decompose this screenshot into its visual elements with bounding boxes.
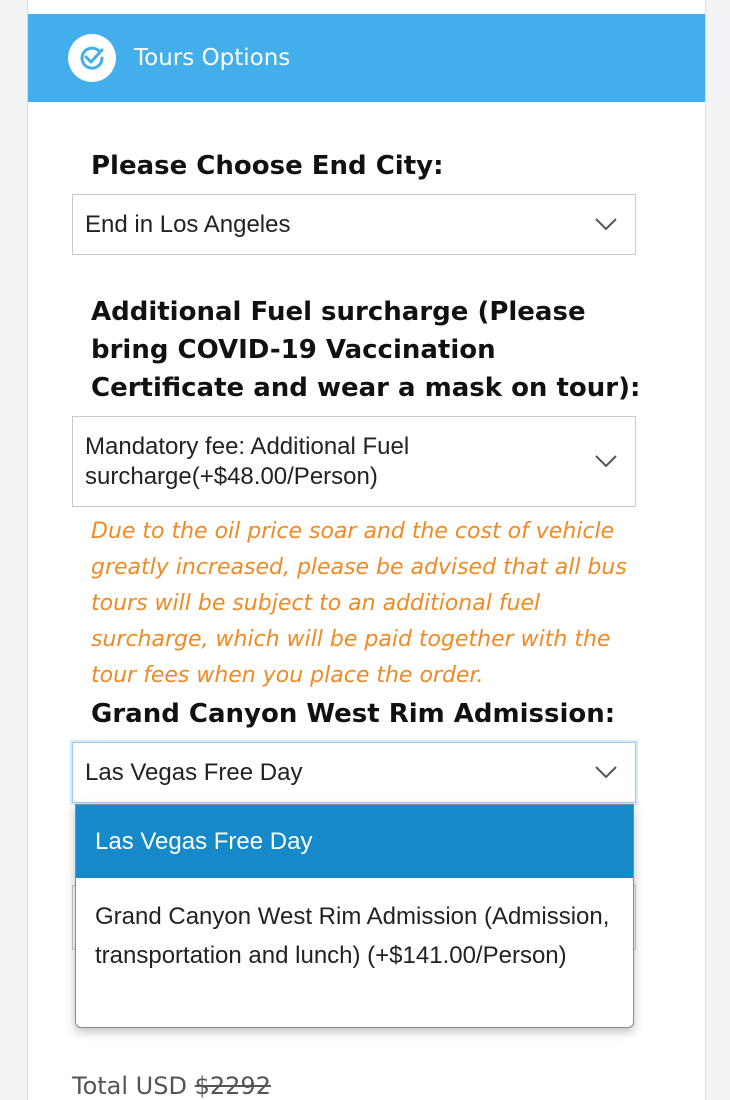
end-city-value: End in Los Angeles bbox=[85, 210, 291, 238]
dropdown-option-free-day[interactable]: Las Vegas Free Day bbox=[76, 805, 633, 878]
chevron-down-icon bbox=[595, 217, 617, 230]
total-label: Total USD bbox=[72, 1072, 187, 1100]
check-icon bbox=[80, 46, 104, 70]
fuel-surcharge-label: Additional Fuel surcharge (Please bring … bbox=[91, 297, 641, 403]
tours-options-header: Tours Options bbox=[28, 14, 705, 102]
chevron-down-icon bbox=[595, 765, 617, 778]
fuel-surcharge-notice: Due to the oil price soar and the cost o… bbox=[91, 519, 627, 688]
chevron-down-icon bbox=[595, 454, 617, 467]
original-price: $2292 bbox=[194, 1072, 271, 1100]
dropdown-option-west-rim-admission[interactable]: Grand Canyon West Rim Admission (Admissi… bbox=[76, 897, 633, 975]
admission-label: Grand Canyon West Rim Admission: bbox=[91, 699, 616, 729]
fuel-surcharge-select[interactable]: Mandatory fee: Additional Fuel surcharge… bbox=[72, 416, 636, 507]
header-title: Tours Options bbox=[134, 45, 291, 71]
total-price: Total USD $2292 bbox=[72, 1072, 271, 1100]
check-circle-icon bbox=[68, 34, 116, 82]
admission-select[interactable]: Las Vegas Free Day bbox=[72, 742, 636, 803]
fuel-surcharge-value: Mandatory fee: Additional Fuel surcharge… bbox=[85, 432, 410, 490]
end-city-select[interactable]: End in Los Angeles bbox=[72, 194, 636, 255]
admission-value: Las Vegas Free Day bbox=[85, 758, 303, 786]
end-city-label: Please Choose End City: bbox=[91, 151, 444, 181]
admission-dropdown-menu: Las Vegas Free Day Grand Canyon West Rim… bbox=[75, 804, 634, 1028]
